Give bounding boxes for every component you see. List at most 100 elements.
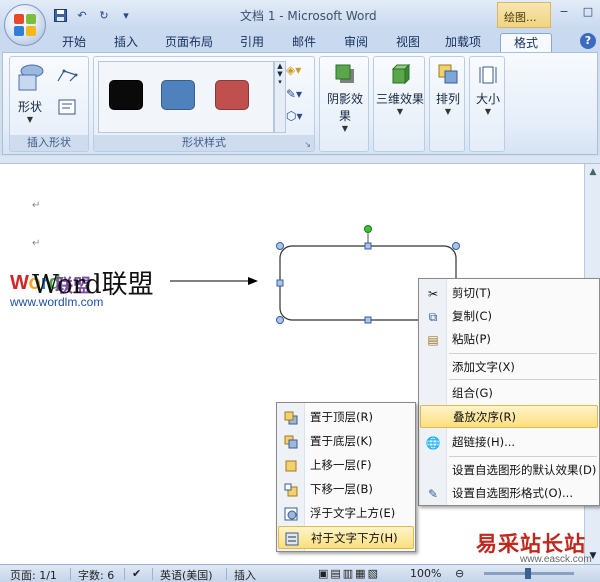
shapes-icon <box>18 64 44 91</box>
zoom-slider-thumb[interactable] <box>525 568 531 579</box>
size-label: 大小 <box>475 92 500 106</box>
tab-review[interactable]: 审阅 <box>334 33 378 52</box>
save-icon[interactable] <box>52 7 68 23</box>
shadow-effects-button[interactable]: 阴影效果 ▼ <box>322 63 368 133</box>
menu-item-paste[interactable]: ▤ 粘贴(P) <box>420 328 600 351</box>
submenu-item-in-front-of-text[interactable]: 浮于文字上方(E) <box>278 502 416 525</box>
shadow-effects-group: 阴影效果 ▼ <box>319 56 369 152</box>
proofing-icon[interactable]: ✔ <box>132 567 141 580</box>
three-d-effects-group: 三维效果 ▼ <box>373 56 425 152</box>
gallery-scroll[interactable]: ▲ ▼ ▾ <box>274 61 286 133</box>
in-front-of-text-icon <box>283 506 299 522</box>
submenu-item-send-backward[interactable]: 下移一层(B) <box>278 478 416 501</box>
tab-mailings[interactable]: 邮件 <box>282 33 326 52</box>
status-language[interactable]: 英语(美国) <box>160 567 213 582</box>
tab-references[interactable]: 引用 <box>230 33 274 52</box>
menu-item-cut[interactable]: ✂ 剪切(T) <box>420 282 600 305</box>
three-d-effects-dropdown-arrow: ▼ <box>396 107 404 116</box>
send-to-back-icon <box>283 434 299 450</box>
undo-icon[interactable]: ↶ <box>74 7 90 23</box>
status-separator <box>124 568 125 580</box>
window-title: 文档 1 - Microsoft Word <box>240 9 377 23</box>
edit-shape-icon[interactable] <box>56 67 80 88</box>
help-icon[interactable]: ? <box>580 33 596 49</box>
dialog-launcher-icon[interactable]: ↘ <box>304 140 311 149</box>
status-zoom-level[interactable]: 100% <box>410 567 441 580</box>
office-button[interactable] <box>4 4 46 46</box>
submenu-item-bring-to-front[interactable]: 置于顶层(R) <box>278 406 416 429</box>
shape-context-menu: ✂ 剪切(T) ⧉ 复制(C) ▤ 粘贴(P) 添加文字(X) 组合(G) 叠放… <box>418 278 600 506</box>
menu-item-add-text[interactable]: 添加文字(X) <box>420 356 600 379</box>
tab-format[interactable]: 格式 <box>500 33 552 52</box>
tab-add-ins[interactable]: 加载项 <box>438 33 488 52</box>
shadow-effect-icon <box>335 64 354 83</box>
minimize-button[interactable]: − <box>552 2 576 22</box>
scroll-up-icon[interactable]: ▲ <box>585 164 600 180</box>
wordlm-logo-url: www.wordlm.com <box>10 295 104 309</box>
order-submenu: 置于顶层(R) 置于底层(K) 上移一层(F) 下移一层(B) 浮于文字上方(E… <box>276 402 416 552</box>
shadow-effects-dropdown-arrow: ▼ <box>341 124 349 133</box>
three-d-effects-label: 三维效果 <box>376 92 425 106</box>
submenu-item-send-to-back[interactable]: 置于底层(K) <box>278 430 416 453</box>
tab-insert[interactable]: 插入 <box>104 33 148 52</box>
menu-separator <box>449 456 597 457</box>
menu-item-set-default[interactable]: 设置自选图形的默认效果(D) <box>420 459 600 482</box>
copy-icon: ⧉ <box>428 310 438 324</box>
size-button[interactable]: 大小 ▼ <box>471 63 505 116</box>
shape-style-black[interactable] <box>109 80 143 110</box>
size-dropdown-arrow: ▼ <box>484 107 492 116</box>
menu-item-hyperlink[interactable]: 🌐 超链接(H)... <box>420 431 600 454</box>
menu-item-group[interactable]: 组合(G) <box>420 382 600 405</box>
bring-to-front-icon <box>283 410 299 426</box>
redo-icon[interactable]: ↻ <box>96 7 112 23</box>
shapes-button-label: 形状 <box>17 100 42 114</box>
menu-separator <box>449 379 597 380</box>
tab-page-layout[interactable]: 页面布局 <box>158 33 220 52</box>
menu-separator <box>449 353 597 354</box>
shape-style-red[interactable] <box>215 80 249 110</box>
shapes-button[interactable]: 形状 ▼ <box>14 63 46 124</box>
shape-outline-icon[interactable]: ✎▾ <box>286 87 302 101</box>
arrow-head <box>248 277 258 285</box>
insert-shapes-group-label: 插入形状 <box>10 135 88 151</box>
status-insert-mode[interactable]: 插入 <box>234 567 256 582</box>
status-separator <box>226 568 227 580</box>
title-bar: ↶ ↻ ▾ 文档 1 - Microsoft Word 绘图... − □ × <box>0 0 600 30</box>
submenu-item-behind-text[interactable]: 衬于文字下方(H) <box>278 526 414 549</box>
change-shape-icon[interactable]: ⬡▾ <box>286 109 303 123</box>
submenu-item-bring-forward[interactable]: 上移一层(F) <box>278 454 416 477</box>
menu-item-format-shape[interactable]: ✎ 设置自选图形格式(O)... <box>420 482 600 505</box>
view-buttons-icon[interactable]: ▣▤▥▦▧ <box>318 567 380 580</box>
insert-shapes-group: 形状 ▼ 插入形状 <box>9 56 89 152</box>
text-box-icon[interactable] <box>58 99 76 118</box>
ribbon-tabs: 开始 插入 页面布局 引用 邮件 审阅 视图 加载项 格式 <box>0 30 600 52</box>
menu-item-copy[interactable]: ⧉ 复制(C) <box>420 305 600 328</box>
arrange-button[interactable]: 排列 ▼ <box>431 63 465 116</box>
paragraph-mark: ↵ <box>32 200 41 211</box>
scissors-icon: ✂ <box>427 287 439 301</box>
paragraph-mark: ↵ <box>32 238 41 249</box>
status-separator <box>152 568 153 580</box>
arrange-dropdown-arrow: ▼ <box>444 107 452 116</box>
ribbon: 形状 ▼ 插入形状 ▲ ▼ ▾ ◈▾ ✎▾ ⬡▾ 形状样式 ↘ 阴影效果 ▼ 三… <box>2 52 598 155</box>
rotation-handle[interactable] <box>364 225 372 233</box>
zoom-out-icon[interactable]: ⊖ <box>455 567 464 580</box>
drawing-tools-context-tab[interactable]: 绘图... <box>497 2 551 28</box>
status-word-count[interactable]: 字数: 6 <box>78 567 114 582</box>
tab-home[interactable]: 开始 <box>52 33 96 52</box>
paste-icon: ▤ <box>427 333 439 347</box>
bring-forward-icon <box>283 458 299 474</box>
shape-fill-icon[interactable]: ◈▾ <box>286 63 301 77</box>
format-shape-icon: ✎ <box>427 487 439 501</box>
send-backward-icon <box>283 482 299 498</box>
three-d-effects-button[interactable]: 三维效果 ▼ <box>376 63 424 116</box>
tab-view[interactable]: 视图 <box>386 33 430 52</box>
menu-item-order[interactable]: 叠放次序(R) <box>420 405 598 428</box>
status-separator <box>70 568 71 580</box>
shape-style-blue[interactable] <box>161 80 195 110</box>
customize-qat-icon[interactable]: ▾ <box>118 7 134 23</box>
shape-styles-group-label: 形状样式 <box>94 135 314 151</box>
maximize-button[interactable]: □ <box>576 2 600 22</box>
size-group: 大小 ▼ <box>469 56 505 152</box>
status-page[interactable]: 页面: 1/1 <box>10 567 57 582</box>
